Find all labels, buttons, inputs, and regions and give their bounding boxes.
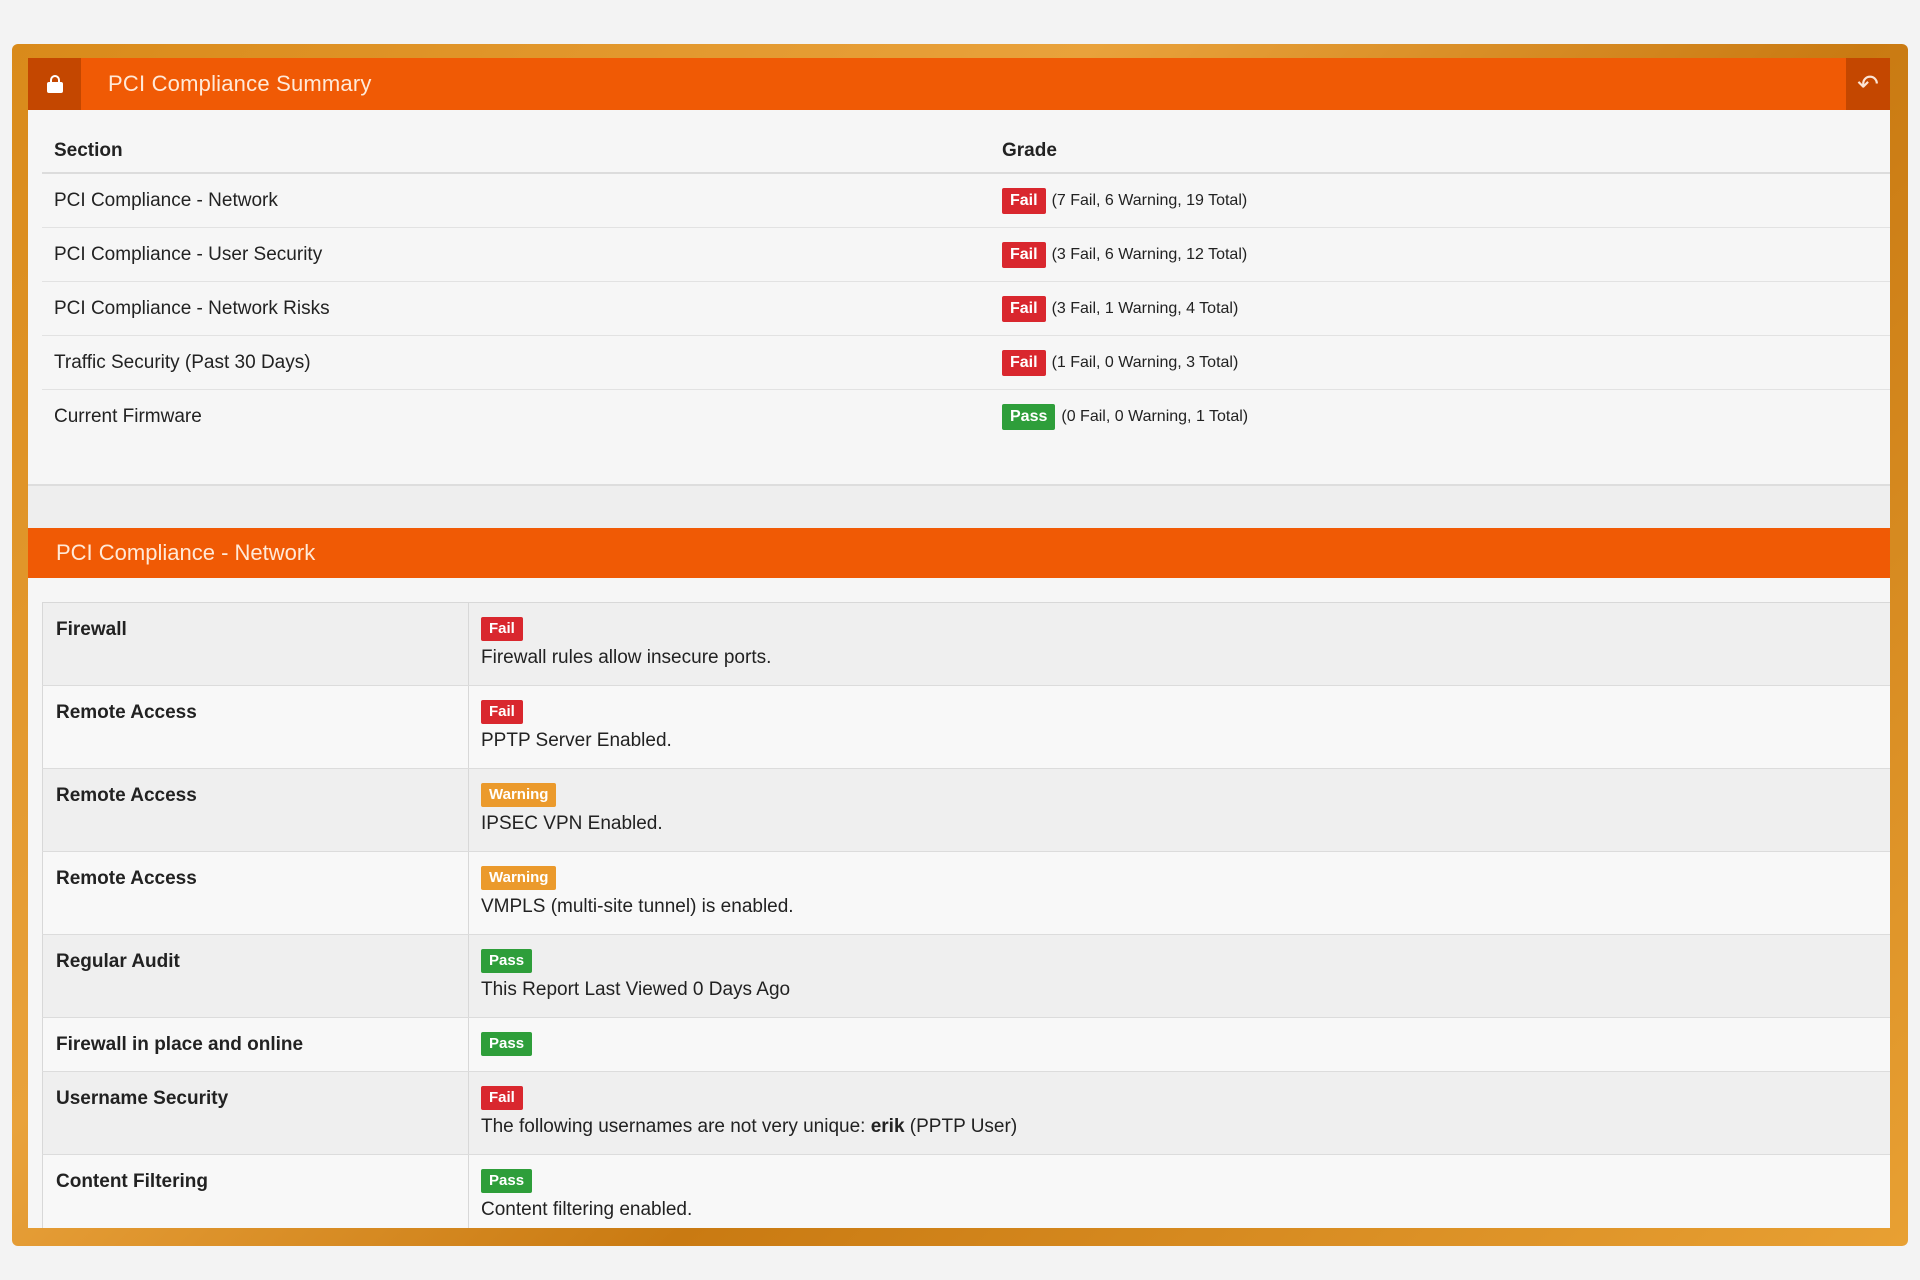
status-badge: Fail	[1002, 241, 1046, 268]
status-badge: Fail	[481, 617, 523, 641]
back-arrow-icon: ↶	[1857, 68, 1879, 99]
section-header-bar: PCI Compliance - Network	[28, 528, 1890, 578]
section-title: PCI Compliance - Network	[56, 540, 316, 565]
page-title: PCI Compliance Summary	[108, 71, 372, 96]
summary-row: PCI Compliance - Network Risks Fail (3 F…	[42, 282, 1890, 336]
header-bar: PCI Compliance Summary ↶	[28, 58, 1890, 110]
check-label: Remote Access	[42, 852, 469, 934]
check-label: Firewall in place and online	[42, 1018, 469, 1071]
check-result: Fail The following usernames are not ver…	[469, 1072, 1890, 1154]
summary-grade: Fail (7 Fail, 6 Warning, 19 Total)	[1002, 187, 1890, 214]
check-message: PPTP Server Enabled.	[481, 730, 672, 751]
summary-counts: (3 Fail, 6 Warning, 12 Total)	[1051, 245, 1248, 263]
check-result: Pass Content filtering enabled.	[469, 1155, 1890, 1228]
check-message: VMPLS (multi-site tunnel) is enabled.	[481, 896, 794, 917]
status-badge: Pass	[1002, 404, 1056, 430]
section-gap	[28, 486, 1890, 528]
lock-icon	[46, 75, 63, 93]
status-badge: Fail	[1002, 349, 1046, 376]
summary-row: Current Firmware Pass (0 Fail, 0 Warning…	[42, 390, 1890, 444]
table-row: Username Security Fail The following use…	[42, 1072, 1890, 1155]
table-row: Regular Audit Pass This Report Last View…	[42, 935, 1890, 1018]
status-badge: Pass	[481, 949, 533, 973]
check-message: The following usernames are not very uni…	[481, 1116, 1890, 1138]
check-message: IPSEC VPN Enabled.	[481, 813, 663, 834]
check-result: Warning VMPLS (multi-site tunnel) is ena…	[469, 852, 1890, 934]
username-highlight: erik	[870, 1116, 905, 1137]
status-badge: Warning	[481, 866, 557, 890]
table-row: Firewall Fail Firewall rules allow insec…	[42, 603, 1890, 686]
summary-grade: Fail (1 Fail, 0 Warning, 3 Total)	[1002, 349, 1890, 376]
table-row: Remote Access Warning IPSEC VPN Enabled.	[42, 769, 1890, 852]
check-label: Remote Access	[42, 769, 469, 851]
summary-grade: Fail (3 Fail, 6 Warning, 12 Total)	[1002, 241, 1890, 268]
check-label: Remote Access	[42, 686, 469, 768]
column-header-grade: Grade	[1002, 140, 1057, 161]
summary-table: Section Grade PCI Compliance - Network F…	[42, 130, 1890, 444]
check-label: Regular Audit	[42, 935, 469, 1017]
status-badge: Pass	[481, 1169, 533, 1193]
check-result: Warning IPSEC VPN Enabled.	[469, 769, 1890, 851]
summary-section-name: PCI Compliance - User Security	[54, 243, 323, 265]
check-message: Firewall rules allow insecure ports.	[481, 647, 772, 668]
message-suffix: (PPTP User)	[904, 1116, 1018, 1137]
check-result: Pass	[469, 1018, 1890, 1071]
check-label: Firewall	[42, 603, 469, 685]
summary-row: PCI Compliance - Network Fail (7 Fail, 6…	[42, 174, 1890, 228]
summary-counts: (0 Fail, 0 Warning, 1 Total)	[1061, 408, 1249, 425]
message-prefix: The following usernames are not very uni…	[481, 1116, 871, 1137]
table-row: Content Filtering Pass Content filtering…	[42, 1155, 1890, 1228]
summary-counts: (3 Fail, 1 Warning, 4 Total)	[1051, 299, 1239, 317]
network-detail-table: Firewall Fail Firewall rules allow insec…	[42, 602, 1890, 1228]
summary-section-name: PCI Compliance - Network Risks	[54, 297, 330, 319]
status-badge: Fail	[1002, 187, 1046, 214]
summary-section-name: Traffic Security (Past 30 Days)	[54, 351, 311, 373]
summary-section-name: PCI Compliance - Network	[54, 189, 278, 211]
status-badge: Fail	[481, 1086, 523, 1110]
table-row: Remote Access Warning VMPLS (multi-site …	[42, 852, 1890, 935]
summary-header-row: Section Grade	[42, 130, 1890, 174]
table-row: Remote Access Fail PPTP Server Enabled.	[42, 686, 1890, 769]
summary-row: Traffic Security (Past 30 Days) Fail (1 …	[42, 336, 1890, 390]
status-badge: Warning	[481, 783, 557, 807]
summary-section-name: Current Firmware	[54, 406, 202, 427]
summary-row: PCI Compliance - User Security Fail (3 F…	[42, 228, 1890, 282]
check-label: Content Filtering	[42, 1155, 469, 1228]
report-panel: PCI Compliance Summary ↶ Section Grade P…	[28, 58, 1890, 1228]
check-label: Username Security	[42, 1072, 469, 1154]
check-result: Pass This Report Last Viewed 0 Days Ago	[469, 935, 1890, 1017]
back-button[interactable]: ↶	[1846, 58, 1890, 110]
column-header-section: Section	[54, 140, 123, 161]
summary-counts: (7 Fail, 6 Warning, 19 Total)	[1051, 191, 1248, 209]
summary-grade: Fail (3 Fail, 1 Warning, 4 Total)	[1002, 295, 1890, 322]
check-result: Fail Firewall rules allow insecure ports…	[469, 603, 1890, 685]
summary-counts: (1 Fail, 0 Warning, 3 Total)	[1051, 353, 1239, 371]
status-badge: Pass	[481, 1032, 533, 1056]
lock-box	[28, 58, 81, 110]
status-badge: Fail	[481, 700, 523, 724]
check-result: Fail PPTP Server Enabled.	[469, 686, 1890, 768]
summary-grade: Pass (0 Fail, 0 Warning, 1 Total)	[1002, 404, 1890, 430]
status-badge: Fail	[1002, 295, 1046, 322]
table-row: Firewall in place and online Pass	[42, 1018, 1890, 1072]
check-message: Content filtering enabled.	[481, 1199, 693, 1220]
check-message: This Report Last Viewed 0 Days Ago	[481, 979, 791, 1000]
